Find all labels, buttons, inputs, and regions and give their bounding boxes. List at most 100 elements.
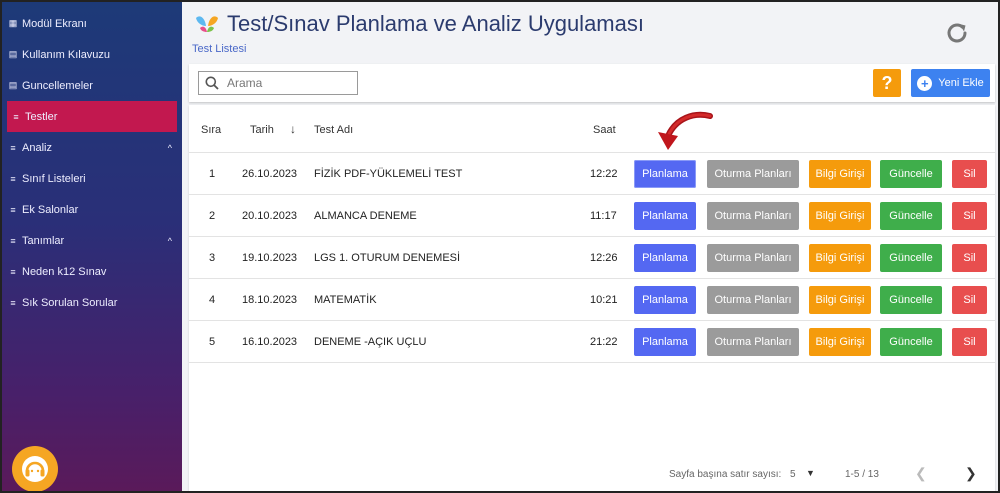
oturma-planlari-button[interactable]: Oturma Planları (707, 328, 799, 356)
guncelle-button[interactable]: Güncelle (880, 328, 942, 356)
sidebar-item[interactable]: ≡ Sınıf Listeleri (2, 163, 182, 194)
sidebar-item[interactable]: ▤ Kullanım Kılavuzu (2, 39, 182, 70)
sidebar-item-label: Kullanım Kılavuzu (22, 48, 111, 61)
chevron-up-icon[interactable]: ^ (168, 236, 172, 246)
rows-per-page-select[interactable]: 5 (790, 469, 796, 480)
guncelle-button[interactable]: Güncelle (880, 286, 942, 314)
planlama-button[interactable]: Planlama (634, 328, 696, 356)
sidebar-item[interactable]: ≡ Ek Salonlar (2, 194, 182, 225)
chevron-left-icon[interactable]: ❮ (915, 465, 927, 482)
sidebar-item-label: Sınıf Listeleri (22, 172, 86, 185)
planlama-button[interactable]: Planlama (634, 160, 696, 188)
sidebar-item[interactable]: ≡ Analiz ^ (2, 132, 182, 163)
sidebar-item-label: Sık Sorulan Sorular (22, 296, 118, 309)
book-icon: ▤ (8, 49, 18, 59)
cell-test-adi: MATEMATİK (314, 294, 377, 306)
main-area: Test/Sınav Planlama ve Analiz Uygulaması… (182, 2, 998, 491)
sidebar: ▦ Modül Ekranı ▤ Kullanım Kılavuzu ▤ Guncelle… (2, 2, 182, 491)
column-header-saat[interactable]: Saat (593, 124, 616, 136)
plus-icon: + (917, 75, 933, 91)
planlama-button[interactable]: Planlama (634, 244, 696, 272)
page-range: 1-5 / 13 (845, 469, 879, 480)
bilgi-girisi-button[interactable]: Bilgi Girişi (809, 244, 871, 272)
sidebar-item[interactable]: ≡ Sık Sorulan Sorular (2, 287, 182, 318)
list-icon: ≡ (13, 111, 19, 122)
search-box[interactable] (198, 71, 358, 95)
sil-button[interactable]: Sil (952, 328, 987, 356)
search-input[interactable] (227, 76, 347, 90)
cell-tarih: 19.10.2023 (242, 252, 298, 264)
sidebar-nav: ▦ Modül Ekranı ▤ Kullanım Kılavuzu ▤ Guncelle… (2, 2, 182, 318)
support-button[interactable] (12, 446, 58, 491)
pagination: Sayfa başına satır sayısı: 5 ▼ 1-5 / 13 … (189, 459, 995, 489)
guncelle-button[interactable]: Güncelle (880, 202, 942, 230)
bilgi-girisi-button[interactable]: Bilgi Girişi (809, 202, 871, 230)
test-table: Sıra Tarih ↓ Test Adı Saat 1 26.10.2023 Fİ… (189, 105, 995, 491)
sil-button[interactable]: Sil (952, 286, 987, 314)
guncelle-button[interactable]: Güncelle (880, 244, 942, 272)
sidebar-item-label: Tanımlar (22, 234, 65, 247)
grid-icon: ▦ (8, 18, 18, 28)
column-header-test-adi[interactable]: Test Adı (314, 124, 353, 136)
cell-saat: 10:21 (590, 294, 618, 306)
toolbar: ? + Yeni Ekle (189, 64, 995, 102)
planlama-button[interactable]: Planlama (634, 202, 696, 230)
app-frame: ▦ Modül Ekranı ▤ Kullanım Kılavuzu ▤ Guncelle… (0, 0, 1000, 493)
chevron-right-icon[interactable]: ❯ (965, 465, 977, 482)
sidebar-item-label: Analiz (22, 141, 52, 154)
oturma-planlari-button[interactable]: Oturma Planları (707, 286, 799, 314)
chevron-up-icon[interactable]: ^ (168, 143, 172, 153)
caret-down-icon[interactable]: ▼ (806, 468, 815, 478)
sil-button[interactable]: Sil (952, 202, 987, 230)
guncelle-button[interactable]: Güncelle (880, 160, 942, 188)
oturma-planlari-button[interactable]: Oturma Planları (707, 202, 799, 230)
sidebar-item-label: Guncellemeler (22, 79, 93, 92)
cell-sira: 4 (209, 294, 216, 306)
sidebar-item[interactable]: ≡ Testler (7, 101, 177, 132)
add-new-button[interactable]: + Yeni Ekle (911, 69, 990, 97)
bilgi-girisi-button[interactable]: Bilgi Girişi (809, 160, 871, 188)
cell-tarih: 26.10.2023 (242, 168, 298, 180)
table-row: 5 16.10.2023 DENEME -AÇIK UÇLU 21:22 Planlam… (189, 321, 995, 363)
table-row: 3 19.10.2023 LGS 1. OTURUM DENEMESİ 12:26 Pl… (189, 237, 995, 279)
cell-sira: 3 (209, 252, 216, 264)
book-icon: ▤ (8, 80, 18, 90)
headset-icon (22, 456, 48, 482)
sidebar-item-label: Neden k12 Sınav (22, 265, 107, 278)
refresh-icon[interactable] (944, 20, 970, 46)
help-button[interactable]: ? (873, 69, 901, 97)
sidebar-item[interactable]: ≡ Neden k12 Sınav (2, 256, 182, 287)
sidebar-item-label: Ek Salonlar (22, 203, 79, 216)
breadcrumb[interactable]: Test Listesi (192, 43, 246, 55)
page-header: Test/Sınav Planlama ve Analiz Uygulaması… (182, 2, 998, 62)
table-row: 2 20.10.2023 ALMANCA DENEME 11:17 Planlama Ot… (189, 195, 995, 237)
sidebar-item[interactable]: ≡ Tanımlar ^ (2, 225, 182, 256)
oturma-planlari-button[interactable]: Oturma Planları (707, 160, 799, 188)
app-logo-icon (196, 16, 218, 32)
sidebar-item[interactable]: ▤ Guncellemeler (2, 70, 182, 101)
sort-down-arrow-icon[interactable]: ↓ (290, 122, 296, 136)
cell-tarih: 16.10.2023 (242, 336, 298, 348)
bilgi-girisi-button[interactable]: Bilgi Girişi (809, 286, 871, 314)
bilgi-girisi-button[interactable]: Bilgi Girişi (809, 328, 871, 356)
oturma-planlari-button[interactable]: Oturma Planları (707, 244, 799, 272)
pointer-arrow-icon (658, 111, 713, 150)
cell-saat: 11:17 (590, 210, 617, 222)
cell-saat: 21:22 (590, 336, 618, 348)
search-icon (205, 76, 219, 90)
rows-per-page-label: Sayfa başına satır sayısı: (669, 469, 782, 480)
cell-test-adi: ALMANCA DENEME (314, 210, 417, 222)
cell-saat: 12:26 (590, 252, 618, 264)
planlama-button[interactable]: Planlama (634, 286, 696, 314)
cell-sira: 2 (209, 210, 216, 222)
page-title: Test/Sınav Planlama ve Analiz Uygulaması (227, 11, 644, 36)
column-header-sira[interactable]: Sıra (201, 124, 221, 136)
column-header-tarih[interactable]: Tarih (250, 124, 274, 136)
cell-tarih: 18.10.2023 (242, 294, 298, 306)
list-icon: ≡ (10, 266, 16, 277)
sidebar-item[interactable]: ▦ Modül Ekranı (2, 8, 182, 39)
sil-button[interactable]: Sil (952, 244, 987, 272)
sidebar-item-label: Modül Ekranı (22, 17, 87, 30)
cell-sira: 5 (209, 336, 216, 348)
sil-button[interactable]: Sil (952, 160, 987, 188)
